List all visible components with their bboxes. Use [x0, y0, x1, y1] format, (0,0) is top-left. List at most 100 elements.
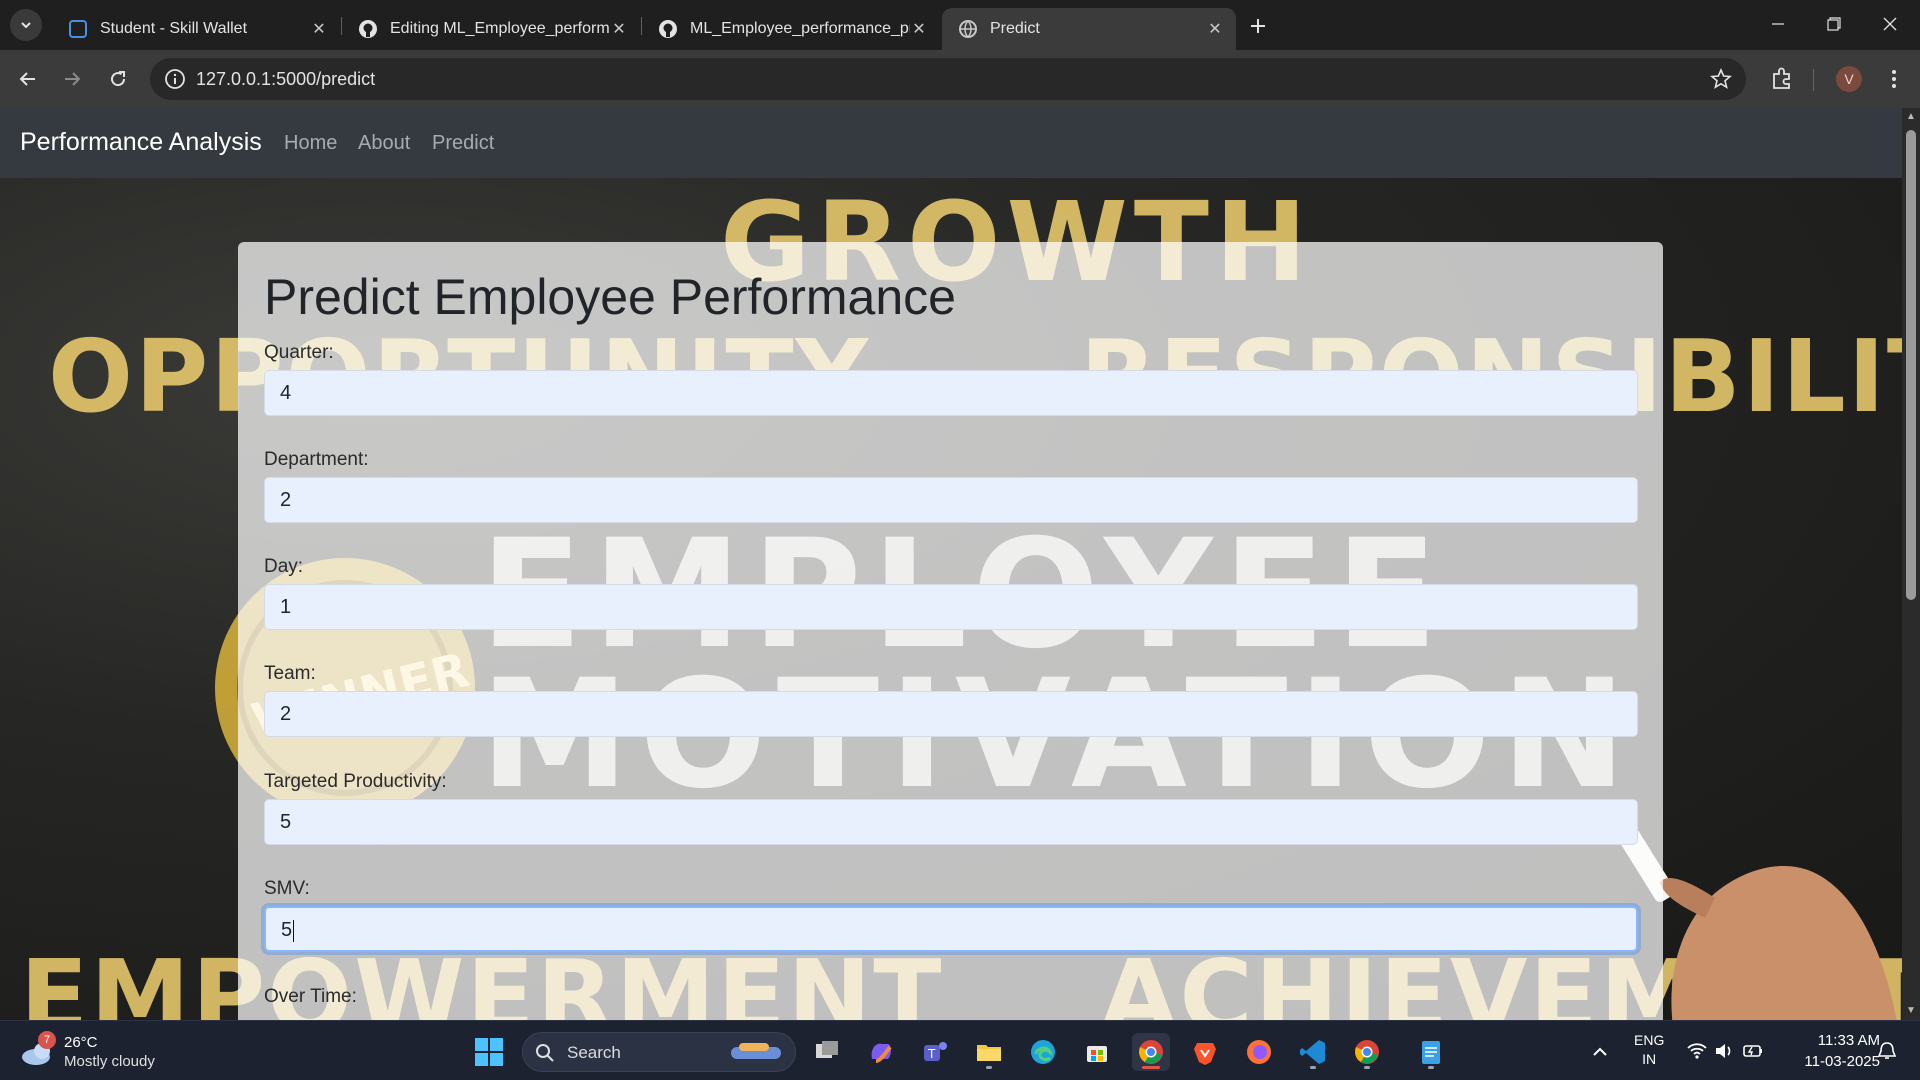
vscode-app[interactable] — [1294, 1033, 1332, 1071]
taskbar-search-box[interactable]: Search — [522, 1032, 796, 1072]
more-menu-icon[interactable] — [1880, 65, 1908, 93]
github-icon — [658, 19, 678, 39]
windows-start-icon[interactable] — [474, 1037, 504, 1067]
restore-icon — [1827, 17, 1841, 31]
smv-value: 5 — [281, 919, 293, 941]
search-label: Search — [567, 1043, 621, 1062]
edge-app[interactable] — [1024, 1033, 1062, 1071]
close-icon[interactable]: ✕ — [610, 20, 628, 38]
brave-app[interactable] — [1186, 1033, 1224, 1071]
close-window-button[interactable] — [1862, 0, 1918, 48]
close-icon[interactable]: ✕ — [910, 20, 928, 38]
running-indicator — [1364, 1066, 1370, 1069]
close-icon — [1883, 17, 1897, 31]
teams-icon: T — [924, 1042, 947, 1061]
url-text[interactable]: 127.0.0.1:5000/predict — [196, 69, 375, 90]
running-indicator — [1428, 1066, 1434, 1069]
clock-time: 11:33 AM — [1817, 1032, 1880, 1049]
weather-widget[interactable]: 7 26°C Mostly cloudy — [20, 1031, 190, 1073]
quarter-label: Quarter: — [264, 342, 334, 363]
store-icon — [1087, 1046, 1107, 1062]
teams-app[interactable]: T — [916, 1033, 954, 1071]
copilot-app[interactable] — [862, 1033, 900, 1071]
text-caret — [293, 919, 295, 942]
chevron-down-icon — [21, 22, 31, 29]
smv-input[interactable]: 5 — [264, 906, 1638, 952]
active-indicator — [1142, 1066, 1160, 1069]
close-icon[interactable]: ✕ — [310, 20, 328, 38]
tab-github-repo[interactable]: ML_Employee_performance_pre ✕ — [642, 8, 940, 50]
tab-title: Predict — [990, 20, 1040, 37]
edge-icon — [1031, 1040, 1055, 1064]
battery-icon[interactable] — [1742, 1041, 1764, 1061]
day-label: Day: — [264, 556, 304, 577]
toolbar-divider — [1813, 69, 1814, 91]
tab-title: Editing ML_Employee_performa — [390, 20, 610, 37]
reload-icon — [111, 71, 126, 87]
prediction-form-card: Predict Employee Performance Quarter: 4 … — [238, 242, 1663, 1020]
wifi-icon[interactable] — [1686, 1041, 1708, 1061]
nav-home-link[interactable]: Home — [284, 132, 337, 155]
chrome-profile-app[interactable] — [1348, 1033, 1386, 1071]
page-viewport: GROWTH OPPORTUNITY RESPONSIBILITY EMPLOY… — [0, 108, 1902, 1020]
system-clock[interactable]: 11:33 AM 11-03-2025 — [1784, 1030, 1880, 1072]
targeted-productivity-input[interactable]: 5 — [264, 799, 1638, 845]
chevron-up-icon[interactable] — [1591, 1043, 1609, 1061]
globe-icon — [958, 19, 978, 39]
skill-wallet-icon — [68, 19, 88, 39]
smv-label: SMV: — [264, 878, 310, 899]
reload-button[interactable] — [102, 63, 134, 95]
firefox-app[interactable] — [1240, 1033, 1278, 1071]
arrow-left-icon — [19, 72, 35, 86]
chrome-app[interactable] — [1132, 1033, 1170, 1071]
bookmark-star-icon[interactable] — [1710, 68, 1732, 90]
extensions-puzzle-icon[interactable] — [1768, 65, 1796, 93]
team-label: Team: — [264, 663, 316, 684]
page-scrollbar[interactable]: ▲ ▼ — [1902, 108, 1920, 1020]
back-button[interactable] — [12, 63, 44, 95]
quarter-input[interactable]: 4 — [264, 370, 1638, 416]
department-input[interactable]: 2 — [264, 477, 1638, 523]
tab-search-button[interactable] — [10, 9, 42, 41]
notepad-app[interactable] — [1412, 1033, 1450, 1071]
over-time-label: Over Time: — [264, 986, 357, 1007]
minimize-button[interactable] — [1750, 0, 1806, 48]
forward-button[interactable] — [56, 63, 88, 95]
notepad-icon — [1422, 1041, 1440, 1064]
firefox-icon — [1247, 1040, 1271, 1064]
restore-button[interactable] — [1806, 0, 1862, 48]
nav-predict-link[interactable]: Predict — [432, 132, 494, 155]
tab-title: ML_Employee_performance_pre — [690, 20, 910, 37]
scroll-down-arrow-icon[interactable]: ▼ — [1906, 1006, 1916, 1016]
region-code: IN — [1642, 1051, 1657, 1067]
search-icon — [536, 1044, 554, 1062]
chrome-icon — [1139, 1040, 1163, 1064]
tab-skill-wallet[interactable]: Student - Skill Wallet ✕ — [52, 8, 340, 50]
tab-predict[interactable]: Predict ✕ — [942, 8, 1236, 50]
team-input[interactable]: 2 — [264, 691, 1638, 737]
address-bar[interactable]: 127.0.0.1:5000/predict — [150, 58, 1746, 100]
language-indicator[interactable]: ENG IN — [1634, 1031, 1664, 1069]
file-explorer-app[interactable] — [970, 1033, 1008, 1071]
arrow-right-icon — [65, 72, 81, 86]
scrollbar-thumb[interactable] — [1906, 130, 1916, 600]
site-info-icon[interactable] — [164, 68, 186, 90]
brave-lion-icon — [1194, 1043, 1216, 1065]
new-tab-button[interactable] — [1244, 12, 1272, 40]
nav-about-link[interactable]: About — [358, 132, 410, 155]
profile-avatar[interactable]: V — [1836, 66, 1862, 92]
volume-icon[interactable] — [1714, 1041, 1734, 1061]
close-icon[interactable]: ✕ — [1206, 20, 1224, 38]
task-view-app[interactable] — [808, 1033, 846, 1071]
copilot-icon — [871, 1043, 892, 1063]
notification-bell-icon[interactable] — [1876, 1041, 1898, 1061]
weather-alert-badge: 7 — [38, 1031, 56, 1049]
day-input[interactable]: 1 — [264, 584, 1638, 630]
task-view-icon — [816, 1041, 838, 1058]
page-title: Predict Employee Performance — [264, 269, 956, 325]
scroll-up-arrow-icon[interactable]: ▲ — [1906, 112, 1916, 122]
chrome-icon — [1355, 1040, 1379, 1064]
microsoft-store-app[interactable] — [1078, 1033, 1116, 1071]
tab-editing-github[interactable]: Editing ML_Employee_performa ✕ — [342, 8, 640, 50]
site-brand[interactable]: Performance Analysis — [20, 128, 262, 157]
